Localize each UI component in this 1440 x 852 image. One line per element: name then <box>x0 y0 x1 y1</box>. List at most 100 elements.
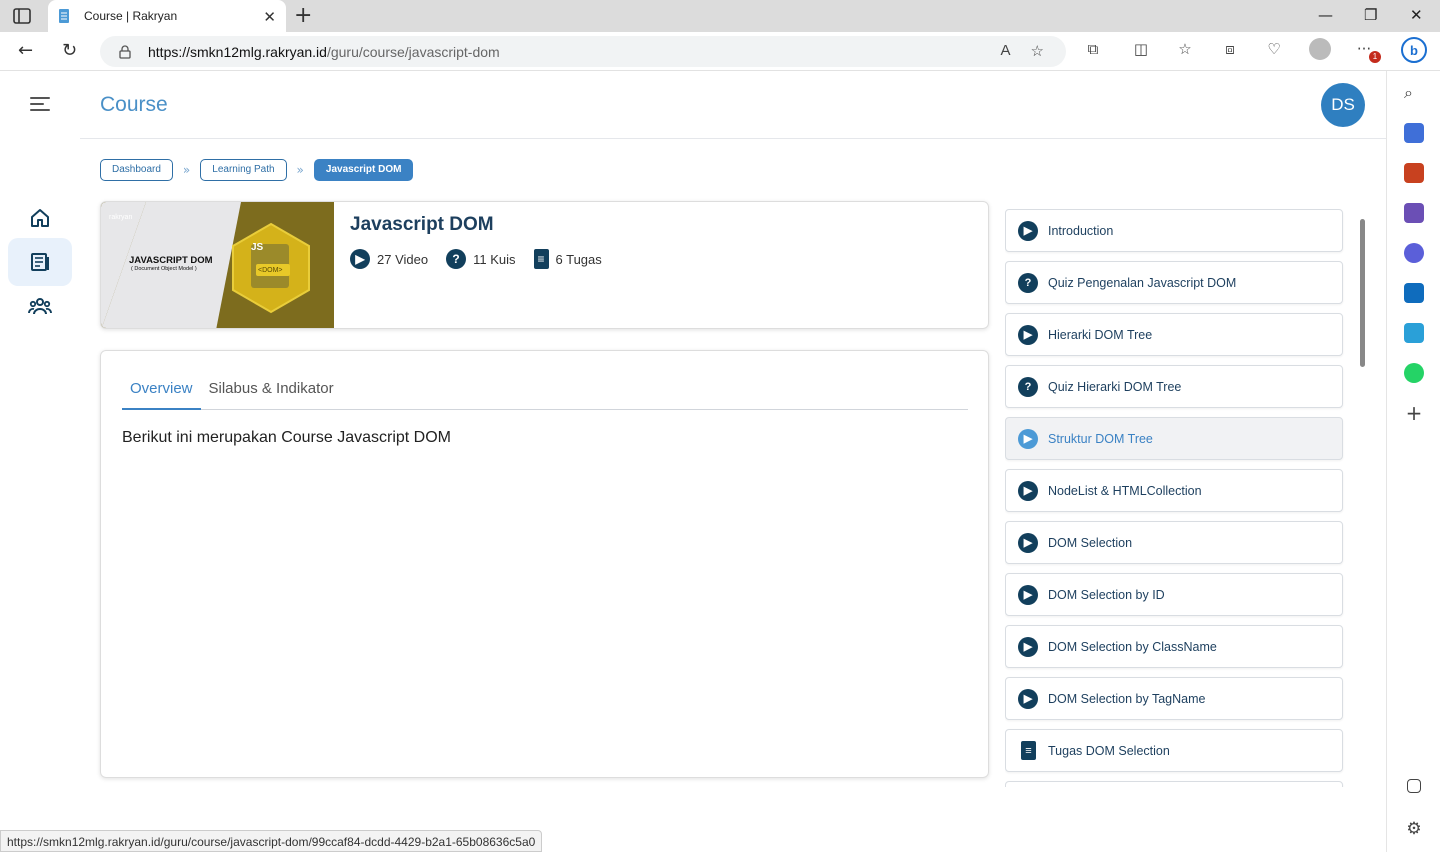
play-circle-icon: ▶ <box>1018 688 1038 709</box>
notification-badge: 1 <box>1369 51 1381 63</box>
lesson-list: ▶ Introduction ? Quiz Pengenalan Javascrip… <box>1005 209 1345 787</box>
add-app-icon[interactable]: + <box>1404 403 1424 423</box>
left-nav <box>0 71 80 852</box>
tools-briefcase-icon[interactable] <box>1404 163 1424 183</box>
back-icon[interactable]: ← <box>18 40 33 61</box>
users-group-icon <box>28 298 52 315</box>
breadcrumb-learning-path[interactable]: Learning Path <box>200 159 287 181</box>
url-field[interactable]: https://smkn12mlg.rakryan.id/guru/course… <box>100 36 1066 67</box>
tab-actions-icon[interactable] <box>12 7 32 25</box>
tab-overview[interactable]: Overview <box>122 371 201 410</box>
lesson-item-current[interactable]: ▶ Struktur DOM Tree <box>1005 417 1343 460</box>
lesson-item[interactable]: ▶ NodeList & HTMLCollection <box>1005 469 1343 512</box>
url-text: https://smkn12mlg.rakryan.id/guru/course… <box>148 43 500 60</box>
course-thumbnail: rakryan JAVASCRIPT DOM ( Document Object… <box>101 202 334 328</box>
browser-essentials-icon[interactable]: ♡ <box>1264 40 1284 60</box>
clipboard-icon: ≡ <box>1021 741 1036 760</box>
menu-toggle-icon[interactable] <box>30 97 50 115</box>
lock-icon <box>119 44 131 59</box>
search-icon[interactable]: ⌕ <box>1404 83 1424 103</box>
browser-tab-bar: Course | Rakryan ✕ + — ❐ ✕ <box>0 0 1440 32</box>
lesson-list-scrollbar[interactable] <box>1360 219 1365 367</box>
copilot-icon[interactable]: b <box>1400 36 1428 64</box>
question-circle-icon: ? <box>1018 376 1038 397</box>
question-circle-icon: ? <box>1018 272 1038 293</box>
question-circle-icon: ? <box>446 249 467 269</box>
app-root: Course DS Dashboard » Learning Path » Ja… <box>0 71 1386 852</box>
lesson-item[interactable]: ▶ Introduction <box>1005 209 1343 252</box>
breadcrumb-current: Javascript DOM <box>313 159 414 181</box>
lesson-item[interactable]: ≡ Tugas DOM Selection <box>1005 729 1343 772</box>
favorite-star-icon[interactable]: ☆ <box>1031 42 1044 60</box>
lesson-item[interactable]: ▶ DOM Selection by TagName <box>1005 677 1343 720</box>
lesson-item[interactable]: ? Quiz Hierarki DOM Tree <box>1005 365 1343 408</box>
browser-tab[interactable]: Course | Rakryan ✕ <box>48 0 286 32</box>
shopping-tag-icon[interactable] <box>1404 123 1424 143</box>
home-icon <box>31 209 49 227</box>
favicon-icon <box>59 9 69 23</box>
games-icon[interactable] <box>1404 203 1424 223</box>
content-tabs: Overview Silabus & Indikator <box>122 371 968 410</box>
settings-gear-icon[interactable]: ⚙ <box>1404 819 1424 839</box>
split-screen-icon[interactable]: ◫ <box>1131 40 1151 60</box>
course-title: Javascript DOM <box>350 214 494 235</box>
clipboard-icon: ≡ <box>533 249 549 269</box>
play-circle-icon: ▶ <box>1018 428 1038 449</box>
sidebar-toggle-icon[interactable] <box>1407 779 1421 793</box>
overview-card: Overview Silabus & Indikator Berikut ini… <box>100 350 989 778</box>
refresh-icon[interactable]: ↻ <box>62 40 77 61</box>
breadcrumb-dashboard[interactable]: Dashboard <box>100 159 173 181</box>
favorites-icon[interactable]: ☆ <box>1175 40 1195 60</box>
play-circle-icon: ▶ <box>1018 584 1038 605</box>
new-tab-icon[interactable]: + <box>294 3 312 28</box>
lesson-item-partial[interactable] <box>1005 781 1343 787</box>
stat-task: ≡ 6 Tugas <box>533 249 602 269</box>
course-book-icon <box>31 253 49 271</box>
stat-quiz: ? 11 Kuis <box>446 249 516 269</box>
course-card: rakryan JAVASCRIPT DOM ( Document Object… <box>100 201 989 329</box>
thumb-title: JAVASCRIPT DOM <box>129 255 213 266</box>
avatar[interactable]: DS <box>1321 83 1365 127</box>
extensions-icon[interactable]: ⧉ <box>1083 40 1103 60</box>
page-header: Course DS <box>80 71 1386 139</box>
nav-course[interactable] <box>8 238 72 286</box>
lesson-item[interactable]: ▶ DOM Selection <box>1005 521 1343 564</box>
overview-text: Berikut ini merupakan Course Javascript … <box>122 429 452 446</box>
lesson-item[interactable]: ▶ DOM Selection by ClassName <box>1005 625 1343 668</box>
play-circle-icon: ▶ <box>1018 636 1038 657</box>
course-stats: ▶ 27 Video ? 11 Kuis ≡ 6 Tugas <box>350 249 602 269</box>
whatsapp-icon[interactable] <box>1404 363 1424 383</box>
thumb-dom-badge: <DOM> <box>258 267 283 274</box>
tab-title: Course | Rakryan <box>84 9 178 23</box>
restore-icon[interactable]: ❐ <box>1364 6 1377 24</box>
minimize-icon[interactable]: — <box>1318 6 1333 24</box>
nav-users[interactable] <box>8 282 72 330</box>
edge-sidebar: ⌕ + ⚙ <box>1386 71 1440 852</box>
address-bar-row: ← ↻ https://smkn12mlg.rakryan.id/guru/co… <box>0 32 1440 71</box>
nav-home[interactable] <box>8 194 72 242</box>
collections-icon[interactable]: ⧈ <box>1220 40 1240 60</box>
stat-video: ▶ 27 Video <box>350 249 428 269</box>
play-circle-icon: ▶ <box>1018 480 1038 501</box>
microsoft365-icon[interactable] <box>1404 243 1424 263</box>
thumb-subtitle: ( Document Object Model ) <box>131 266 197 272</box>
tab-syllabus[interactable]: Silabus & Indikator <box>201 371 342 410</box>
lesson-item[interactable]: ▶ DOM Selection by ID <box>1005 573 1343 616</box>
close-tab-icon[interactable]: ✕ <box>263 8 276 26</box>
lesson-item[interactable]: ? Quiz Pengenalan Javascript DOM <box>1005 261 1343 304</box>
outlook-icon[interactable] <box>1404 283 1424 303</box>
js-logo-icon: JS <box>251 242 264 253</box>
brand-logo: rakryan <box>109 214 133 221</box>
play-circle-icon: ▶ <box>1018 220 1038 241</box>
read-aloud-icon[interactable]: A <box>1001 42 1011 60</box>
telegram-icon[interactable] <box>1404 323 1424 343</box>
chevron-right-icon: » <box>296 163 304 177</box>
svg-text:b: b <box>1410 43 1418 58</box>
profile-icon[interactable] <box>1309 38 1331 60</box>
play-circle-icon: ▶ <box>350 249 370 269</box>
chevron-right-icon: » <box>182 163 191 177</box>
page-title: Course <box>100 93 168 116</box>
status-bar-url: https://smkn12mlg.rakryan.id/guru/course… <box>0 830 543 852</box>
lesson-item[interactable]: ▶ Hierarki DOM Tree <box>1005 313 1343 356</box>
window-close-icon[interactable]: ✕ <box>1410 6 1423 24</box>
